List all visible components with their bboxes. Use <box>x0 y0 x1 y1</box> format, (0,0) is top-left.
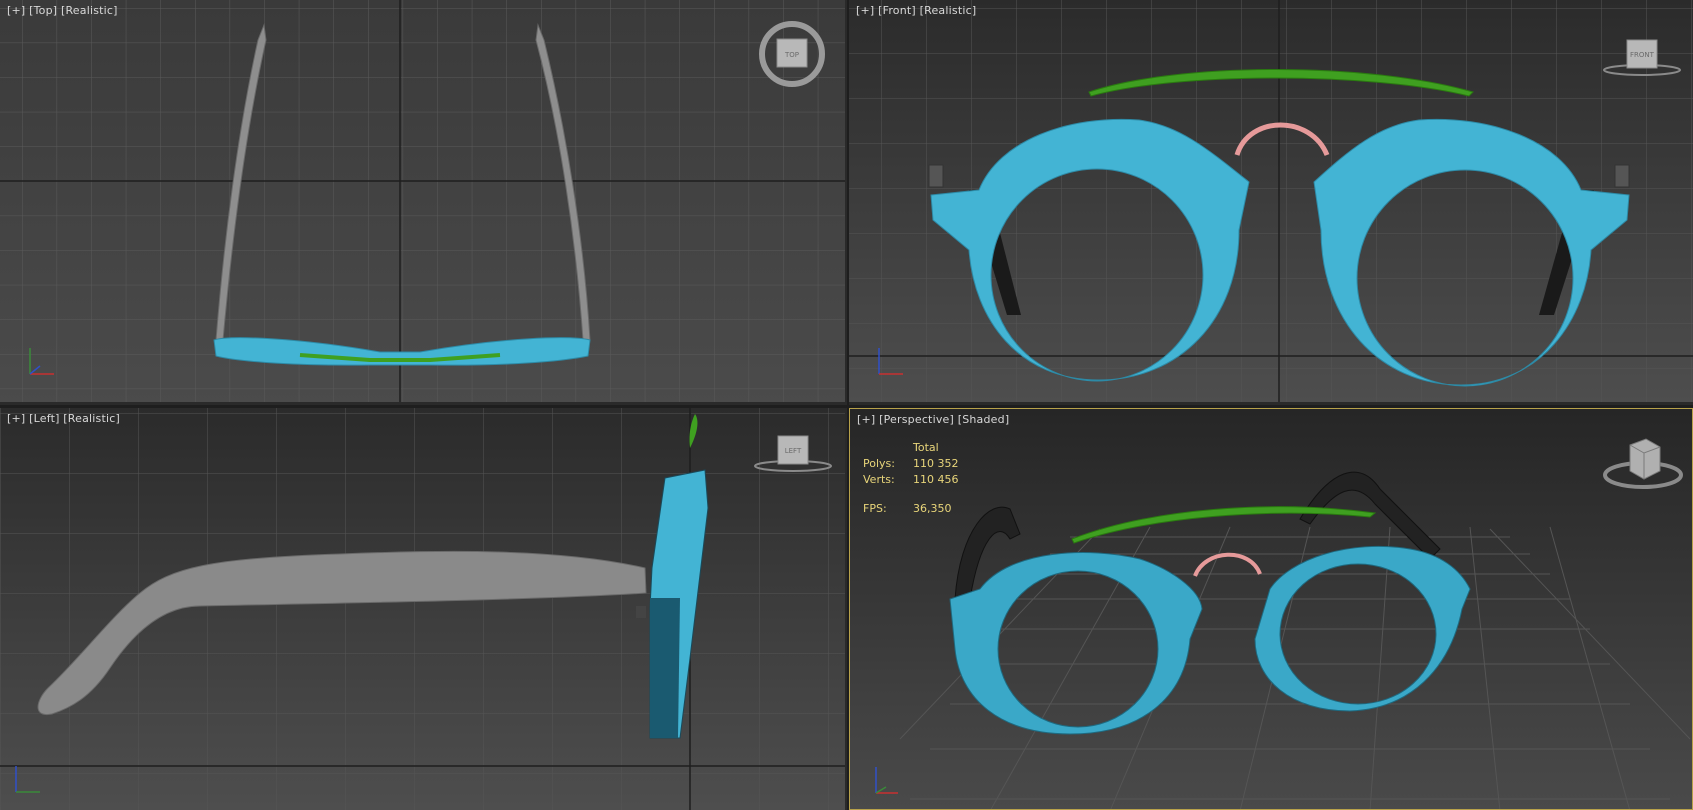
viewport-view-name[interactable]: [Front] <box>878 4 916 17</box>
left-scene <box>0 408 845 810</box>
polys-label: Polys: <box>863 457 895 470</box>
front-scene <box>849 0 1693 402</box>
axis-tripod-icon <box>29 348 54 375</box>
viewport-render-mode[interactable]: [Realistic] <box>63 412 120 425</box>
viewport-menu-button[interactable]: [+] <box>7 4 25 17</box>
viewcube-front-icon[interactable]: FRONT <box>1601 36 1683 80</box>
perspective-scene <box>850 409 1692 809</box>
verts-label: Verts: <box>863 473 895 486</box>
axis-tripod-icon <box>878 348 903 375</box>
verts-value: 110 456 <box>913 473 959 486</box>
viewport-menu-button[interactable]: [+] <box>856 4 874 17</box>
svg-text:FRONT: FRONT <box>1630 51 1655 59</box>
scene-statistics: Total Polys: 110 352 Verts: 110 456 FPS: 36… <box>863 440 959 517</box>
viewport-render-mode[interactable]: [Realistic] <box>61 4 118 17</box>
viewport-menu-button[interactable]: [+] <box>857 413 875 426</box>
viewport-label[interactable]: [+] [Left] [Realistic] <box>7 412 120 425</box>
viewcube-top-icon[interactable]: TOP <box>758 20 826 88</box>
viewport-view-name[interactable]: [Top] <box>29 4 57 17</box>
fps-value: 36,350 <box>913 502 952 515</box>
stats-total-header: Total <box>913 441 939 454</box>
svg-text:TOP: TOP <box>784 51 799 59</box>
viewport-top[interactable]: [+] [Top] [Realistic] TOP <box>0 0 847 405</box>
viewport-label[interactable]: [+] [Front] [Realistic] <box>856 4 976 17</box>
axis-tripod-icon <box>875 767 898 794</box>
viewport-view-name[interactable]: [Perspective] <box>879 413 954 426</box>
viewport-label[interactable]: [+] [Top] [Realistic] <box>7 4 118 17</box>
viewport-render-mode[interactable]: [Shaded] <box>958 413 1010 426</box>
fps-label: FPS: <box>863 502 887 515</box>
viewport-render-mode[interactable]: [Realistic] <box>920 4 977 17</box>
viewport-view-name[interactable]: [Left] <box>29 412 59 425</box>
viewcube-left-icon[interactable]: LEFT <box>752 432 834 476</box>
viewport-menu-button[interactable]: [+] <box>7 412 25 425</box>
viewport-left[interactable]: [+] [Left] [Realistic] LEFT <box>0 408 847 810</box>
polys-value: 110 352 <box>913 457 959 470</box>
svg-text:LEFT: LEFT <box>785 447 802 455</box>
viewport-front[interactable]: [+] [Front] [Realistic] FRONT <box>849 0 1693 405</box>
viewcube-perspective-icon[interactable] <box>1602 431 1684 493</box>
viewport-perspective[interactable]: [+] [Perspective] [Shaded] Total Polys: 1… <box>849 408 1693 810</box>
viewport-label[interactable]: [+] [Perspective] [Shaded] <box>857 413 1009 426</box>
axis-tripod-icon <box>15 766 40 793</box>
top-scene <box>0 0 845 402</box>
